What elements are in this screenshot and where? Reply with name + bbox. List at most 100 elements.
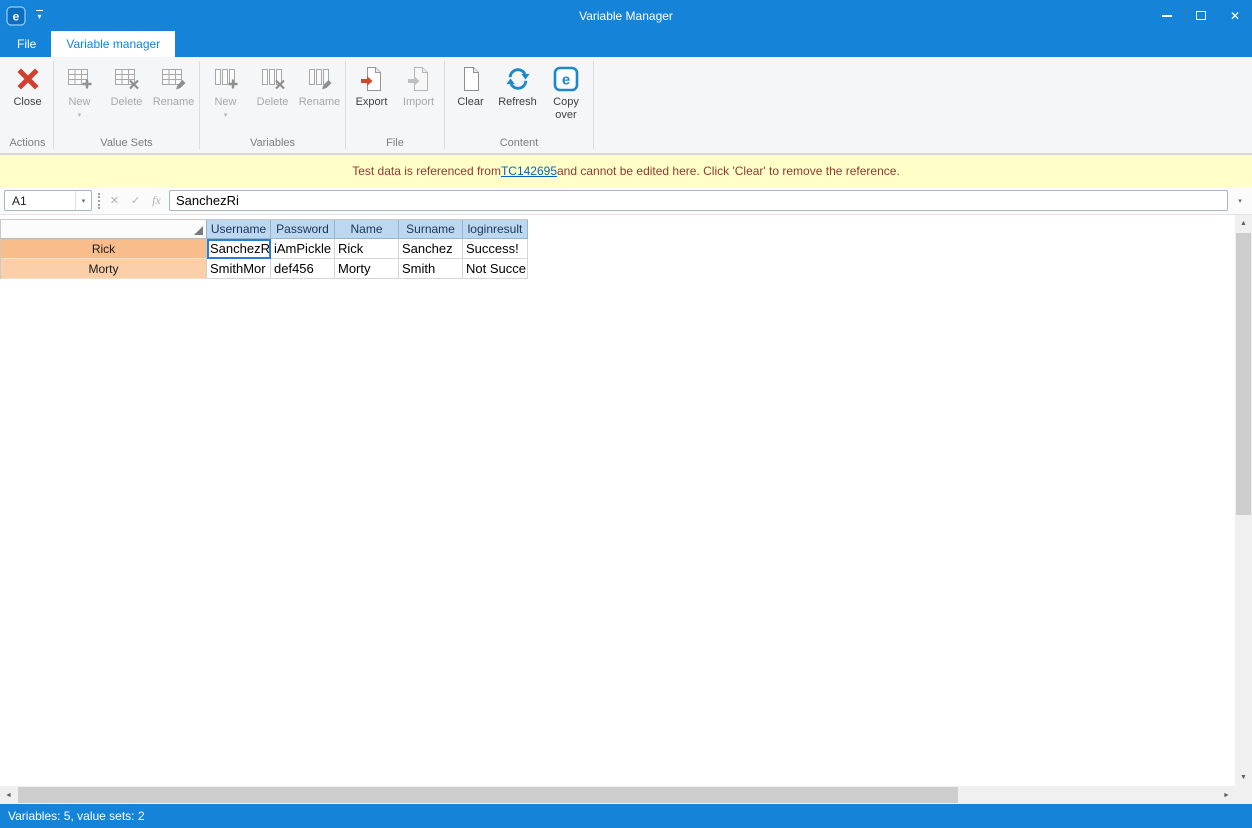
scroll-up-icon[interactable]: ▲ — [1235, 215, 1252, 232]
quick-access-caret: ▾ — [37, 13, 41, 21]
minimize-icon — [1162, 15, 1172, 17]
row-header-rick[interactable]: Rick — [1, 239, 207, 259]
chevron-down-icon: ▾ — [78, 111, 82, 119]
ribbon-group-separator — [593, 61, 594, 149]
minimize-button[interactable] — [1150, 0, 1184, 31]
testcase-link[interactable]: TC142695 — [501, 164, 557, 178]
notice-text-before: Test data is referenced from — [352, 164, 501, 178]
column-header-name[interactable]: Name — [335, 220, 399, 239]
cancel-icon: ✕ — [110, 195, 119, 207]
name-box-dropdown-icon[interactable]: ▾ — [75, 191, 91, 210]
value-set-new-button[interactable]: New ▾ — [56, 60, 103, 134]
cell-morty-name[interactable]: Morty — [335, 259, 399, 279]
export-icon — [358, 65, 386, 93]
variable-new-button[interactable]: New ▾ — [202, 60, 249, 134]
close-button[interactable]: Close — [4, 60, 51, 134]
cell-morty-username[interactable]: SmithMor — [207, 259, 271, 279]
export-button[interactable]: Export — [348, 60, 395, 134]
cancel-entry-button[interactable]: ✕ — [106, 194, 123, 207]
import-icon — [405, 65, 433, 93]
clear-button[interactable]: Clear — [447, 60, 494, 134]
value-set-grid: Username Password Name Surname loginresu… — [0, 219, 528, 279]
ribbon-group-actions: Close Actions — [2, 57, 53, 153]
formula-input[interactable] — [169, 190, 1228, 211]
window-title: Variable Manager — [0, 9, 1252, 23]
scroll-down-icon[interactable]: ▼ — [1235, 769, 1252, 786]
import-button[interactable]: Import — [395, 60, 442, 134]
select-all-corner[interactable] — [1, 220, 207, 239]
scroll-right-icon[interactable]: ► — [1218, 786, 1235, 804]
close-icon — [14, 65, 42, 93]
copy-over-button[interactable]: e Copy over — [541, 60, 591, 134]
cell-morty-password[interactable]: def456 — [271, 259, 335, 279]
column-add-icon — [212, 65, 240, 93]
svg-text:e: e — [13, 9, 20, 23]
maximize-icon — [1196, 11, 1206, 20]
app-logo-icon: e — [6, 6, 26, 26]
formula-bar-expand-icon[interactable]: ▾ — [1232, 190, 1248, 211]
horizontal-scrollbar-thumb[interactable] — [18, 787, 958, 803]
variable-rename-button[interactable]: Rename — [296, 60, 343, 134]
variable-delete-button[interactable]: Delete — [249, 60, 296, 134]
svg-text:e: e — [562, 72, 570, 89]
refresh-icon — [504, 65, 532, 93]
cell-rick-surname[interactable]: Sanchez — [399, 239, 463, 259]
column-header-loginresult[interactable]: loginresult — [463, 220, 528, 239]
reference-notice-bar: Test data is referenced from TC142695 an… — [0, 154, 1252, 187]
tab-variable-manager[interactable]: Variable manager — [51, 31, 175, 57]
status-text: Variables: 5, value sets: 2 — [8, 809, 145, 823]
column-header-password[interactable]: Password — [271, 220, 335, 239]
quick-access-dropdown-icon[interactable]: ▾ — [36, 10, 43, 21]
group-label-actions: Actions — [2, 136, 53, 153]
cell-morty-surname[interactable]: Smith — [399, 259, 463, 279]
scroll-left-icon[interactable]: ◄ — [0, 786, 17, 804]
close-window-icon: ✕ — [1230, 9, 1240, 23]
checkmark-icon: ✓ — [131, 195, 140, 207]
cell-reference: A1 — [12, 194, 27, 208]
confirm-entry-button[interactable]: ✓ — [127, 194, 144, 207]
column-header-username[interactable]: Username — [207, 220, 271, 239]
table-add-icon — [66, 65, 94, 93]
group-label-variables: Variables — [200, 136, 345, 153]
value-set-rename-button[interactable]: Rename — [150, 60, 197, 134]
ribbon-tab-row: File Variable manager — [0, 31, 1252, 57]
table-row: Rick SanchezRi iAmPickle Rick Sanchez Su… — [1, 239, 528, 259]
group-label-content: Content — [445, 136, 593, 153]
refresh-button[interactable]: Refresh — [494, 60, 541, 134]
vertical-scrollbar[interactable]: ▲ ▼ — [1235, 215, 1252, 786]
column-header-surname[interactable]: Surname — [399, 220, 463, 239]
tab-file[interactable]: File — [2, 31, 51, 57]
cell-rick-loginresult[interactable]: Success! — [463, 239, 528, 259]
row-header-morty[interactable]: Morty — [1, 259, 207, 279]
horizontal-scrollbar[interactable]: ◄ ► — [0, 786, 1235, 804]
vertical-scrollbar-thumb[interactable] — [1236, 233, 1251, 515]
ribbon-group-file: Export Import File — [346, 57, 444, 153]
group-label-file: File — [346, 136, 444, 153]
ribbon-group-value-sets: New ▾ Delete — [54, 57, 199, 153]
group-label-value-sets: Value Sets — [54, 136, 199, 153]
corner-triangle-icon — [194, 226, 203, 235]
titlebar: e ▾ Variable Manager ✕ — [0, 0, 1252, 31]
cell-morty-loginresult[interactable]: Not Succe — [463, 259, 528, 279]
value-set-delete-button[interactable]: Delete — [103, 60, 150, 134]
close-window-button[interactable]: ✕ — [1218, 0, 1252, 31]
window-controls: ✕ — [1150, 0, 1252, 31]
maximize-button[interactable] — [1184, 0, 1218, 31]
function-icon: fx — [152, 193, 161, 207]
cell-rick-name[interactable]: Rick — [335, 239, 399, 259]
column-rename-icon — [306, 65, 334, 93]
table-rename-icon — [160, 65, 188, 93]
cell-name-box[interactable]: A1 ▾ — [4, 190, 92, 211]
ribbon-group-content: Clear Refresh — [445, 57, 593, 153]
quick-access-bar — [36, 10, 43, 11]
app-icon[interactable]: e — [6, 6, 26, 26]
column-delete-icon — [259, 65, 287, 93]
insert-function-button[interactable]: fx — [148, 193, 165, 208]
status-bar: Variables: 5, value sets: 2 — [0, 804, 1252, 828]
formula-bar-handle — [98, 193, 100, 209]
cell-rick-password[interactable]: iAmPickle — [271, 239, 335, 259]
clear-icon — [457, 65, 485, 93]
ribbon-group-variables: New ▾ Delete — [200, 57, 345, 153]
ribbon: Close Actions New ▾ — [0, 57, 1252, 154]
cell-rick-username[interactable]: SanchezRi — [207, 239, 271, 259]
